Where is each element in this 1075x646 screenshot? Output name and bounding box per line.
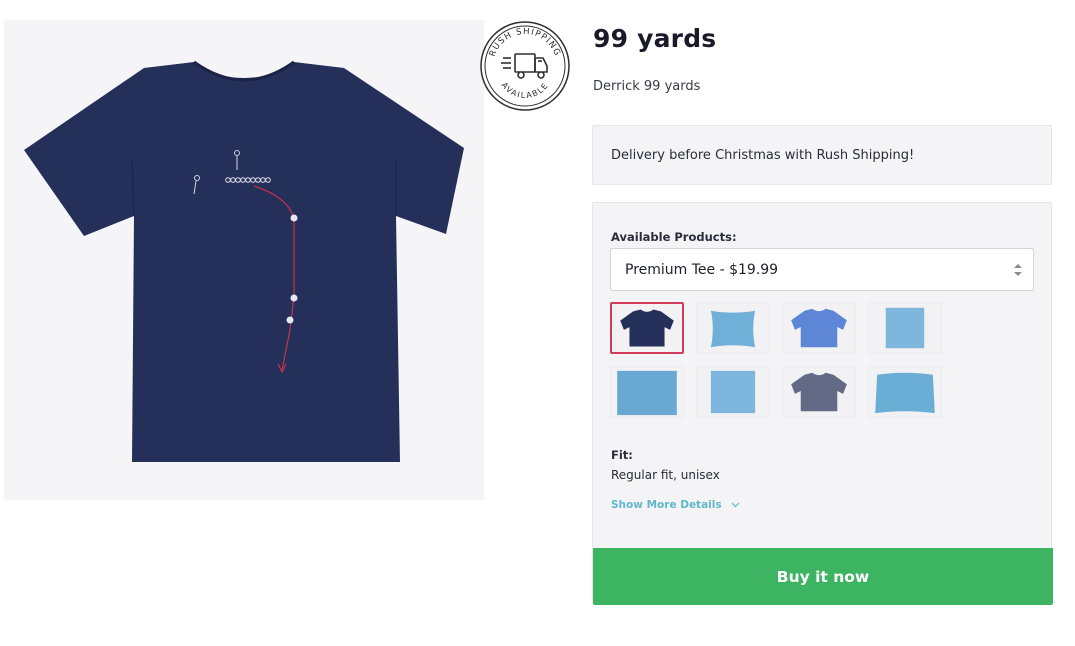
thumb-tapestry[interactable] xyxy=(610,366,684,418)
print-image xyxy=(710,370,756,414)
thumb-gray-tee[interactable] xyxy=(782,366,856,418)
gray-tee-image xyxy=(791,372,847,412)
pillow-image xyxy=(710,310,756,348)
fit-label: Fit: xyxy=(611,448,633,462)
chevron-down-icon xyxy=(731,502,740,508)
product-options-panel: Available Products: Premium Tee - $19.99 xyxy=(592,202,1053,605)
available-products-label: Available Products: xyxy=(611,230,737,244)
thumb-poster[interactable] xyxy=(868,302,942,354)
thumb-blue-tee[interactable] xyxy=(782,302,856,354)
blanket-image xyxy=(875,372,935,414)
thumb-navy-tee[interactable] xyxy=(610,302,684,354)
fit-value: Regular fit, unisex xyxy=(611,468,720,482)
product-select[interactable]: Premium Tee - $19.99 xyxy=(610,248,1034,291)
product-select-value: Premium Tee - $19.99 xyxy=(625,262,779,278)
tapestry-image xyxy=(617,370,677,416)
delivery-notice: Delivery before Christmas with Rush Ship… xyxy=(592,125,1052,185)
buy-it-now-button[interactable]: Buy it now xyxy=(593,548,1053,605)
show-more-details-label: Show More Details xyxy=(611,499,722,511)
navy-tshirt-image xyxy=(24,60,464,462)
rush-shipping-badge: RUSH SHIPPING AVAILABLE xyxy=(479,20,571,112)
thumb-print[interactable] xyxy=(696,366,770,418)
poster-image xyxy=(885,307,925,349)
blue-tee-image xyxy=(791,308,847,348)
product-subtitle: Derrick 99 yards xyxy=(593,79,701,94)
product-main-image xyxy=(4,20,484,500)
sort-arrows-icon xyxy=(1014,264,1022,276)
show-more-details-link[interactable]: Show More Details xyxy=(611,499,740,511)
thumb-blanket[interactable] xyxy=(868,366,942,418)
navy-tee-image xyxy=(620,309,674,347)
thumb-pillow[interactable] xyxy=(696,302,770,354)
product-title: 99 yards xyxy=(593,24,717,53)
delivery-text: Delivery before Christmas with Rush Ship… xyxy=(611,148,915,163)
